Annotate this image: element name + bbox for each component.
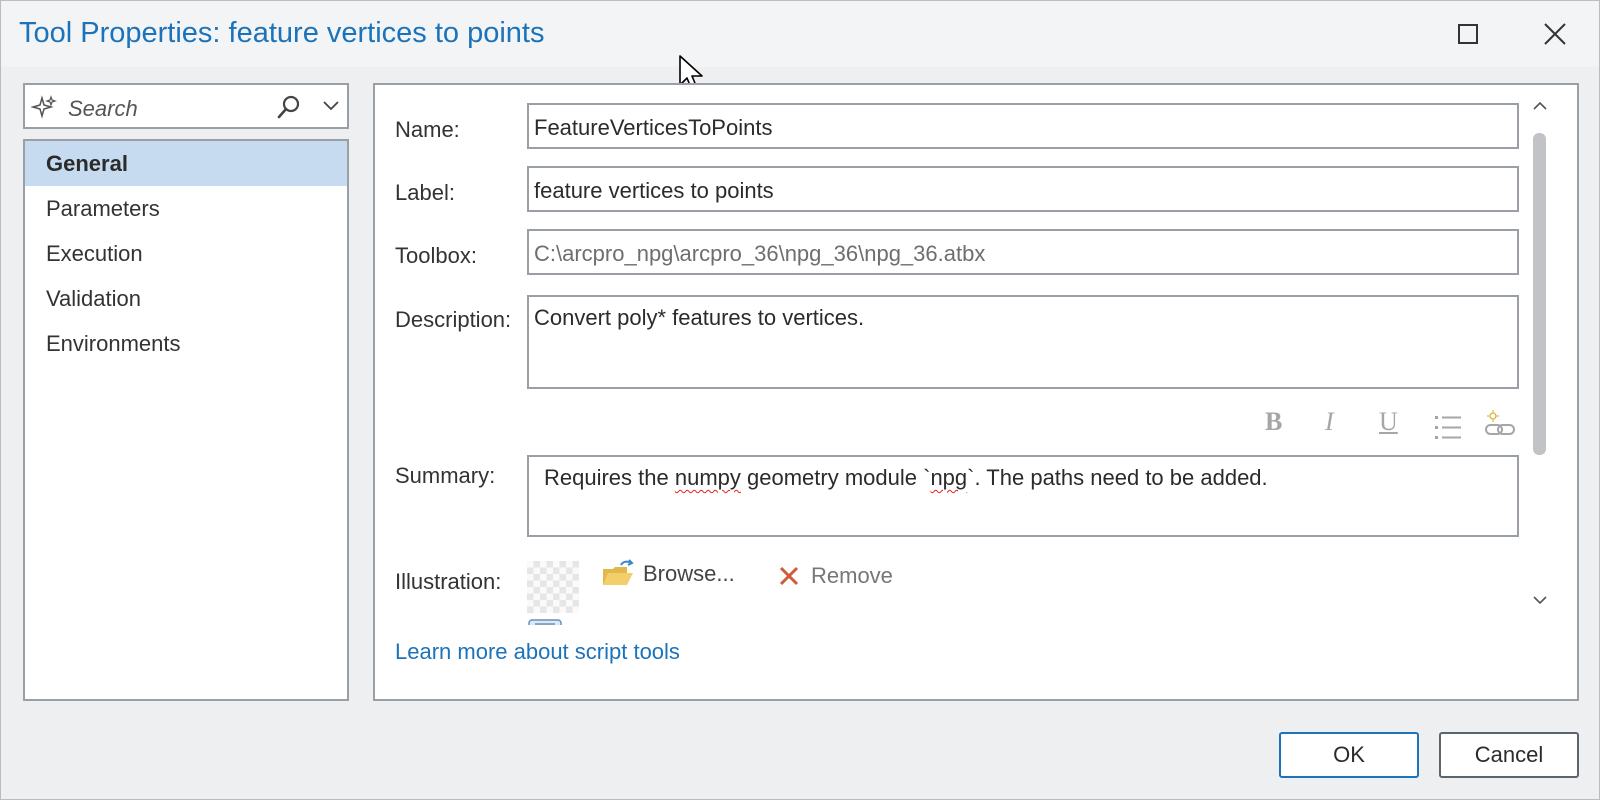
scroll-down-icon[interactable] xyxy=(1533,595,1547,605)
close-icon xyxy=(1544,23,1566,45)
close-button[interactable] xyxy=(1530,9,1580,59)
bold-button[interactable]: B xyxy=(1265,407,1282,437)
maximize-button[interactable] xyxy=(1443,9,1493,59)
misspelled-word: npg xyxy=(930,465,968,490)
image-placeholder-icon xyxy=(527,615,565,625)
nav-item-environments[interactable]: Environments xyxy=(25,321,347,366)
name-field[interactable]: FeatureVerticesToPoints xyxy=(527,103,1519,149)
illustration-thumbnail xyxy=(527,561,579,613)
summary-text: Requires the numpy geometry module `npg`… xyxy=(534,465,1268,490)
chevron-down-icon[interactable] xyxy=(322,99,340,113)
remove-icon xyxy=(779,566,799,586)
cancel-button[interactable]: Cancel xyxy=(1439,732,1579,778)
italic-button[interactable]: I xyxy=(1325,407,1334,437)
underline-button[interactable]: U xyxy=(1379,407,1398,437)
name-label: Name: xyxy=(395,117,460,142)
vertical-scrollbar[interactable] xyxy=(1529,95,1551,621)
misspelled-word: numpy xyxy=(674,465,741,490)
learn-more-link[interactable]: Learn more about script tools xyxy=(395,639,680,665)
sparkle-icon xyxy=(31,95,57,119)
ok-button[interactable]: OK xyxy=(1279,732,1419,778)
category-list: General Parameters Execution Validation … xyxy=(23,139,349,701)
nav-item-parameters[interactable]: Parameters xyxy=(25,186,347,231)
title-bar: Tool Properties: feature vertices to poi… xyxy=(1,1,1599,67)
summary-text-part: geometry module ` xyxy=(740,465,931,490)
search-icon[interactable] xyxy=(276,94,302,120)
nav-item-execution[interactable]: Execution xyxy=(25,231,347,276)
nav-item-general[interactable]: General xyxy=(25,141,347,186)
general-panel: Name: FeatureVerticesToPoints Label: fea… xyxy=(373,83,1579,701)
description-field[interactable]: Convert poly* features to vertices. xyxy=(527,295,1519,389)
summary-text-part: Requires the xyxy=(544,465,675,490)
browse-label: Browse... xyxy=(643,561,735,586)
search-input[interactable]: Search xyxy=(68,96,138,122)
scroll-up-icon[interactable] xyxy=(1533,101,1547,111)
search-box[interactable]: Search xyxy=(23,83,349,129)
scrollbar-thumb[interactable] xyxy=(1533,133,1546,455)
nav-item-validation[interactable]: Validation xyxy=(25,276,347,321)
toolbox-label: Toolbox: xyxy=(395,243,477,268)
label-label: Label: xyxy=(395,180,455,205)
summary-field[interactable]: Requires the numpy geometry module `npg`… xyxy=(527,455,1519,537)
remove-label: Remove xyxy=(811,563,893,588)
browse-button[interactable]: Browse... xyxy=(601,559,735,589)
bullet-list-icon[interactable] xyxy=(1433,413,1463,443)
insert-link-icon[interactable] xyxy=(1483,409,1519,439)
summary-label: Summary: xyxy=(395,463,496,488)
toolbox-field: C:\arcpro_npg\arcpro_36\npg_36\npg_36.at… xyxy=(527,229,1519,275)
description-label: Description: xyxy=(395,307,512,332)
illustration-label: Illustration: xyxy=(395,569,502,594)
dialog-title: Tool Properties: feature vertices to poi… xyxy=(19,17,545,49)
tool-properties-dialog: Tool Properties: feature vertices to poi… xyxy=(0,0,1600,800)
remove-button[interactable]: Remove xyxy=(779,563,893,589)
maximize-icon xyxy=(1458,24,1478,44)
summary-text-part: `. The paths need to be added. xyxy=(967,465,1268,490)
open-folder-icon xyxy=(603,559,634,585)
label-field[interactable]: feature vertices to points xyxy=(527,166,1519,212)
